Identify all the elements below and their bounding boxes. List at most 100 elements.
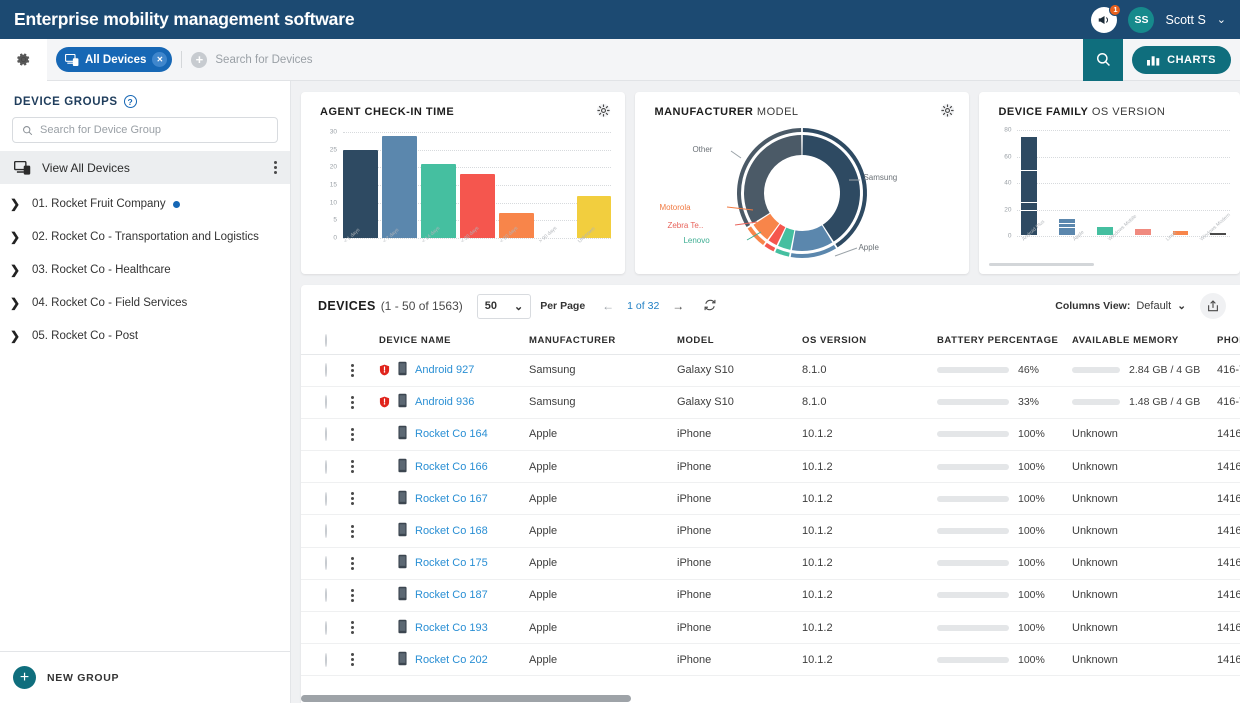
more-options-icon[interactable] <box>351 428 379 441</box>
row-select-cell[interactable] <box>301 354 351 386</box>
next-page-button[interactable]: → <box>672 299 684 313</box>
row-actions-cell[interactable] <box>351 483 379 515</box>
chevron-right-icon[interactable]: ❯ <box>10 230 32 244</box>
table-row[interactable]: Rocket Co 166AppleiPhone10.1.2100%Unknow… <box>301 451 1240 483</box>
chart-scrollbar[interactable] <box>989 263 1094 266</box>
more-options-icon[interactable] <box>351 589 379 602</box>
device-name-label[interactable]: Android 936 <box>415 396 474 408</box>
device-name-link[interactable]: Rocket Co 164 <box>379 425 529 443</box>
row-select-cell[interactable] <box>301 418 351 450</box>
more-options-icon[interactable] <box>351 364 379 377</box>
column-header-phone-number[interactable]: PHONE NUM <box>1217 327 1240 354</box>
row-select-cell[interactable] <box>301 451 351 483</box>
stacked-bar[interactable] <box>1021 137 1037 236</box>
cell-device-name[interactable]: Rocket Co 202 <box>379 644 529 676</box>
avatar[interactable]: SS <box>1128 7 1154 33</box>
row-actions-cell[interactable] <box>351 354 379 386</box>
row-actions-cell[interactable] <box>351 547 379 579</box>
more-options-icon[interactable] <box>351 460 379 473</box>
columns-view-select[interactable]: Columns View: Default ⌄ <box>1055 300 1186 312</box>
table-row[interactable]: Rocket Co 187AppleiPhone10.1.2100%Unknow… <box>301 579 1240 611</box>
device-name-link[interactable]: Rocket Co 187 <box>379 586 529 604</box>
charts-button[interactable]: CHARTS <box>1132 46 1231 74</box>
row-actions-cell[interactable] <box>351 579 379 611</box>
select-all-header[interactable] <box>301 327 351 354</box>
row-select-radio[interactable] <box>325 363 327 377</box>
device-group-search-input[interactable]: Search for Device Group <box>12 117 278 143</box>
row-actions-cell[interactable] <box>351 644 379 676</box>
search-input[interactable]: Search for Devices <box>215 54 312 66</box>
more-options-icon[interactable] <box>351 557 379 570</box>
row-select-cell[interactable] <box>301 483 351 515</box>
more-options-icon[interactable] <box>351 525 379 538</box>
row-select-radio[interactable] <box>325 427 327 441</box>
device-name-label[interactable]: Rocket Co 166 <box>415 461 488 473</box>
sidebar-item-group-3[interactable]: ❯ 03. Rocket Co - Healthcare <box>0 257 290 283</box>
row-select-cell[interactable] <box>301 386 351 418</box>
row-select-radio[interactable] <box>325 653 327 667</box>
row-select-radio[interactable] <box>325 588 327 602</box>
table-row[interactable]: Android 927SamsungGalaxy S108.1.046%2.84… <box>301 354 1240 386</box>
sidebar-item-group-2[interactable]: ❯ 02. Rocket Co - Transportation and Log… <box>0 224 290 250</box>
device-name-label[interactable]: Rocket Co 175 <box>415 557 488 569</box>
row-select-radio[interactable] <box>325 621 327 635</box>
chevron-right-icon[interactable]: ❯ <box>10 263 32 277</box>
device-name-link[interactable]: Android 927 <box>379 361 529 379</box>
table-row[interactable]: Rocket Co 167AppleiPhone10.1.2100%Unknow… <box>301 483 1240 515</box>
cell-device-name[interactable]: Android 927 <box>379 354 529 386</box>
table-row[interactable]: Rocket Co 164AppleiPhone10.1.2100%Unknow… <box>301 418 1240 450</box>
device-name-label[interactable]: Rocket Co 187 <box>415 589 488 601</box>
more-options-icon[interactable] <box>351 621 379 634</box>
close-icon[interactable]: ✕ <box>152 52 167 67</box>
device-name-link[interactable]: Rocket Co 193 <box>379 619 529 637</box>
scrollbar-thumb[interactable] <box>301 695 631 702</box>
more-options-icon[interactable] <box>274 161 277 174</box>
sidebar-item-group-4[interactable]: ❯ 04. Rocket Co - Field Services <box>0 290 290 316</box>
cell-device-name[interactable]: Rocket Co 175 <box>379 547 529 579</box>
cell-device-name[interactable]: Rocket Co 167 <box>379 483 529 515</box>
column-header-os-version[interactable]: OS VERSION <box>802 327 937 354</box>
device-name-label[interactable]: Rocket Co 193 <box>415 622 488 634</box>
sidebar-item-view-all-devices[interactable]: View All Devices <box>0 151 290 184</box>
table-row[interactable]: Rocket Co 202AppleiPhone10.1.2100%Unknow… <box>301 644 1240 676</box>
search-field[interactable]: All Devices ✕ + Search for Devices <box>47 39 1083 81</box>
more-options-icon[interactable] <box>351 396 379 409</box>
row-actions-cell[interactable] <box>351 418 379 450</box>
row-select-radio[interactable] <box>325 395 327 409</box>
search-button[interactable] <box>1083 39 1123 81</box>
row-actions-cell[interactable] <box>351 451 379 483</box>
chevron-right-icon[interactable]: ❯ <box>10 197 32 211</box>
chevron-down-icon[interactable]: ⌄ <box>1217 13 1226 26</box>
stacked-bar[interactable] <box>1135 229 1151 236</box>
cell-device-name[interactable]: Rocket Co 166 <box>379 451 529 483</box>
column-header-device-name[interactable]: DEVICE NAME <box>379 327 529 354</box>
settings-gear-button[interactable] <box>0 39 47 81</box>
cell-device-name[interactable]: Android 936 <box>379 386 529 418</box>
device-name-label[interactable]: Rocket Co 164 <box>415 428 488 440</box>
row-select-cell[interactable] <box>301 547 351 579</box>
more-options-icon[interactable] <box>351 492 379 505</box>
row-select-cell[interactable] <box>301 579 351 611</box>
device-name-label[interactable]: Rocket Co 168 <box>415 525 488 537</box>
row-actions-cell[interactable] <box>351 386 379 418</box>
filter-chip-all-devices[interactable]: All Devices ✕ <box>56 47 172 72</box>
chevron-right-icon[interactable]: ❯ <box>10 296 32 310</box>
megaphone-icon[interactable]: 1 <box>1091 7 1117 33</box>
add-filter-icon[interactable]: + <box>191 52 207 68</box>
device-name-link[interactable]: Rocket Co 202 <box>379 651 529 669</box>
column-header-model[interactable]: MODEL <box>677 327 802 354</box>
cell-device-name[interactable]: Rocket Co 187 <box>379 579 529 611</box>
table-row[interactable]: Rocket Co 193AppleiPhone10.1.2100%Unknow… <box>301 612 1240 644</box>
more-options-icon[interactable] <box>351 653 379 666</box>
select-all-radio[interactable] <box>325 334 327 347</box>
user-name[interactable]: Scott S <box>1165 13 1205 27</box>
device-name-link[interactable]: Rocket Co 166 <box>379 458 529 476</box>
row-select-cell[interactable] <box>301 515 351 547</box>
table-row[interactable]: Rocket Co 175AppleiPhone10.1.2100%Unknow… <box>301 547 1240 579</box>
device-name-link[interactable]: Android 936 <box>379 393 529 411</box>
row-select-cell[interactable] <box>301 644 351 676</box>
row-actions-cell[interactable] <box>351 612 379 644</box>
chart-settings-gear-icon[interactable] <box>596 103 611 121</box>
cell-device-name[interactable]: Rocket Co 168 <box>379 515 529 547</box>
sidebar-item-group-5[interactable]: ❯ 05. Rocket Co - Post <box>0 323 290 349</box>
